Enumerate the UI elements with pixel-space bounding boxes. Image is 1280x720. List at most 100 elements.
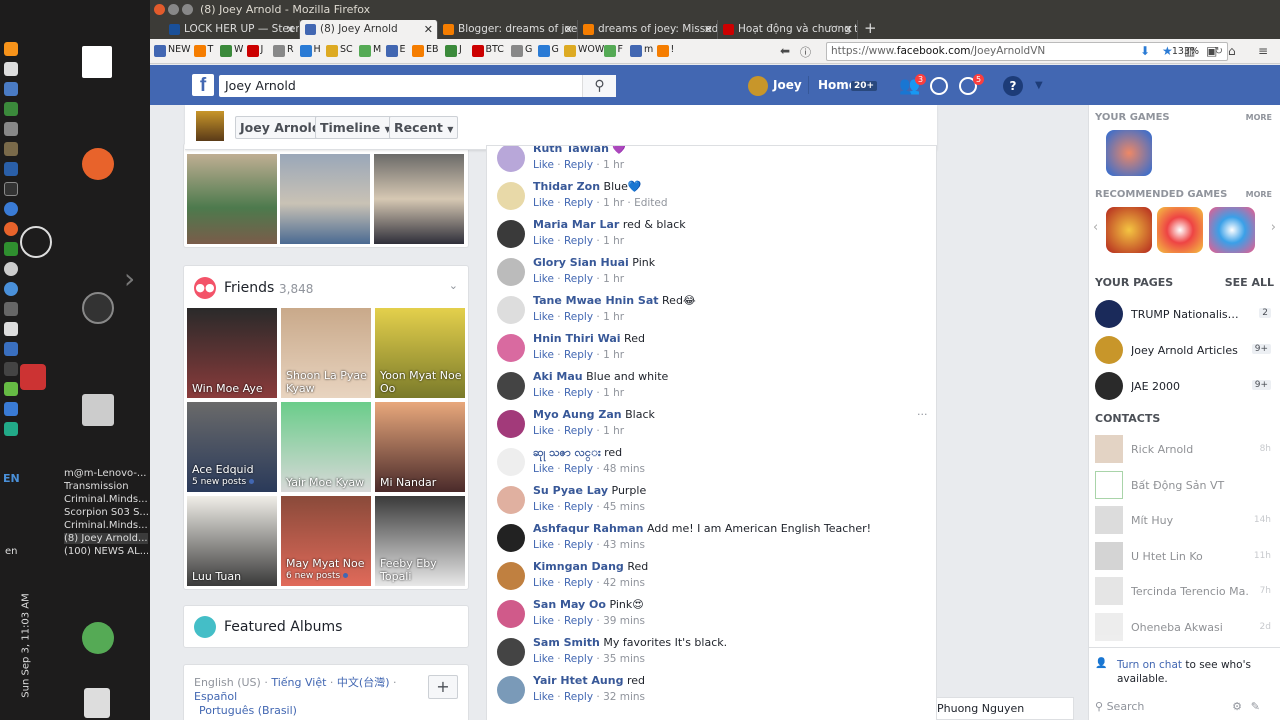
like-link[interactable]: Like: [533, 349, 554, 361]
download-icon[interactable]: ⬇: [1140, 44, 1150, 58]
library-icon[interactable]: ▥: [1184, 44, 1195, 58]
like-link[interactable]: Like: [533, 653, 554, 665]
bookmark-label[interactable]: NEW: [168, 44, 191, 55]
profile-thumb[interactable]: [196, 111, 224, 141]
profile-name-button[interactable]: Joey Arnold: [235, 116, 326, 139]
commenter-name[interactable]: Tane Mwae Hnin Sat: [533, 294, 659, 307]
recent-button[interactable]: Recent ▼: [389, 116, 459, 139]
reply-link[interactable]: Reply: [564, 349, 593, 361]
commenter-name[interactable]: San May Oo: [533, 598, 606, 611]
bookmark-icon[interactable]: [656, 45, 669, 57]
bookmark-icon[interactable]: [299, 45, 312, 57]
shield-icon[interactable]: [4, 342, 18, 356]
game-icon[interactable]: [4, 382, 18, 396]
commenter-avatar[interactable]: [497, 638, 525, 666]
commenter-avatar[interactable]: [497, 182, 525, 210]
commenter-name[interactable]: Kimngan Dang: [533, 560, 624, 573]
comment-time[interactable]: 43 mins: [603, 539, 645, 551]
commenter-avatar[interactable]: [497, 410, 525, 438]
chevron-right-icon[interactable]: ›: [1271, 220, 1276, 235]
like-link[interactable]: Like: [533, 235, 554, 247]
firefox-small-icon[interactable]: [4, 222, 18, 236]
bookmark-icon[interactable]: [273, 45, 285, 57]
reply-link[interactable]: Reply: [564, 501, 593, 513]
editor-icon[interactable]: [4, 62, 18, 76]
friend-tile[interactable]: Shoon La Pyae Kyaw: [281, 308, 371, 398]
commenter-avatar[interactable]: [497, 676, 525, 704]
commenter-avatar[interactable]: [497, 258, 525, 286]
bookmark-label[interactable]: F: [618, 44, 623, 55]
bookmark-icon[interactable]: [511, 45, 523, 57]
commenter-name[interactable]: Maria Mar Lar: [533, 218, 619, 231]
reply-link[interactable]: Reply: [564, 463, 593, 475]
bingo-game-icon[interactable]: [1157, 207, 1203, 253]
contact-item[interactable]: Mít Huy 14h: [1095, 506, 1277, 536]
calc-icon[interactable]: [4, 82, 18, 96]
photo-thumbnail[interactable]: [374, 154, 464, 244]
photo-thumbnail[interactable]: [187, 154, 277, 244]
friend-tile[interactable]: Yair Moe Kyaw: [281, 402, 371, 492]
commenter-name[interactable]: Aki Mau: [533, 370, 583, 383]
commenter-name[interactable]: Ruth Tawian: [533, 146, 609, 155]
commenter-avatar[interactable]: [497, 524, 525, 552]
settings-icon[interactable]: [4, 302, 18, 316]
reply-link[interactable]: Reply: [564, 539, 593, 551]
tab[interactable]: Hoạt động và chương tr ✕: [718, 20, 858, 39]
sheet-icon[interactable]: [4, 102, 18, 116]
bookmark-label[interactable]: !: [671, 44, 675, 55]
lang-link[interactable]: Español: [194, 690, 237, 703]
like-link[interactable]: Like: [533, 311, 554, 323]
commenter-avatar[interactable]: [497, 146, 525, 172]
friend-tile[interactable]: Luu Tuan: [187, 496, 277, 586]
display-icon[interactable]: [4, 322, 18, 336]
user-icon[interactable]: [82, 622, 114, 654]
friend-tile[interactable]: Feeby Eby Topali: [375, 496, 465, 586]
telegram-icon[interactable]: [4, 422, 18, 436]
bookmark-label[interactable]: E: [400, 44, 406, 55]
bookmark-icon[interactable]: [603, 45, 616, 57]
commenter-name[interactable]: Sam Smith: [533, 636, 600, 649]
like-link[interactable]: Like: [533, 577, 554, 589]
tray-item[interactable]: Criminal.Minds...: [64, 494, 148, 505]
bookmark-label[interactable]: G: [525, 44, 532, 55]
bookmark-icon[interactable]: [220, 45, 232, 57]
reply-link[interactable]: Reply: [564, 311, 593, 323]
help-icon[interactable]: ?: [1003, 76, 1023, 96]
globe-icon[interactable]: [4, 282, 18, 296]
commenter-avatar[interactable]: [497, 220, 525, 248]
like-link[interactable]: Like: [533, 615, 554, 627]
page-item[interactable]: Joey Arnold Articles 9+: [1095, 336, 1277, 366]
back-icon[interactable]: ⬅: [780, 44, 790, 58]
bookmark-label[interactable]: m: [644, 44, 653, 55]
bookmark-label[interactable]: EB: [426, 44, 439, 55]
bookmark-label[interactable]: W: [234, 44, 243, 55]
reply-link[interactable]: Reply: [564, 273, 593, 285]
profile-name-link[interactable]: Joey: [773, 78, 802, 92]
comment-time[interactable]: 1 hr: [603, 159, 624, 171]
bookmark-label[interactable]: BTC: [486, 44, 504, 55]
close-tab-icon[interactable]: ✕: [704, 20, 713, 39]
bookmark-icon[interactable]: [412, 45, 424, 57]
app3-icon[interactable]: [4, 402, 18, 416]
bookmark-icon[interactable]: [246, 45, 259, 57]
tab[interactable]: Blogger: dreams of joe ✕: [438, 20, 578, 39]
friend-tile[interactable]: Win Moe Aye: [187, 308, 277, 398]
bookmark-icon[interactable]: [359, 45, 371, 57]
search-input[interactable]: Joey Arnold: [219, 75, 616, 97]
friends-title[interactable]: Friends: [224, 280, 274, 296]
commenter-avatar[interactable]: [497, 372, 525, 400]
bookmark-label[interactable]: H: [314, 44, 321, 55]
bookmark-icon[interactable]: [471, 45, 484, 57]
bookmark-label[interactable]: R: [287, 44, 294, 55]
close-window-icon[interactable]: [154, 4, 165, 15]
maximize-icon[interactable]: [182, 4, 193, 15]
bookmark-label[interactable]: SC: [340, 44, 353, 55]
bookmark-label[interactable]: G: [552, 44, 559, 55]
lang-link[interactable]: Português (Brasil): [194, 704, 297, 717]
menu-icon[interactable]: ≡: [1258, 44, 1268, 58]
recommended-more-link[interactable]: MORE: [1246, 190, 1272, 199]
friend-tile[interactable]: Ace Edquid 5 new posts: [187, 402, 277, 492]
bookmark-star-icon[interactable]: ★: [1162, 44, 1173, 58]
reply-link[interactable]: Reply: [564, 577, 593, 589]
tray-item[interactable]: (8) Joey Arnold...: [64, 533, 148, 544]
